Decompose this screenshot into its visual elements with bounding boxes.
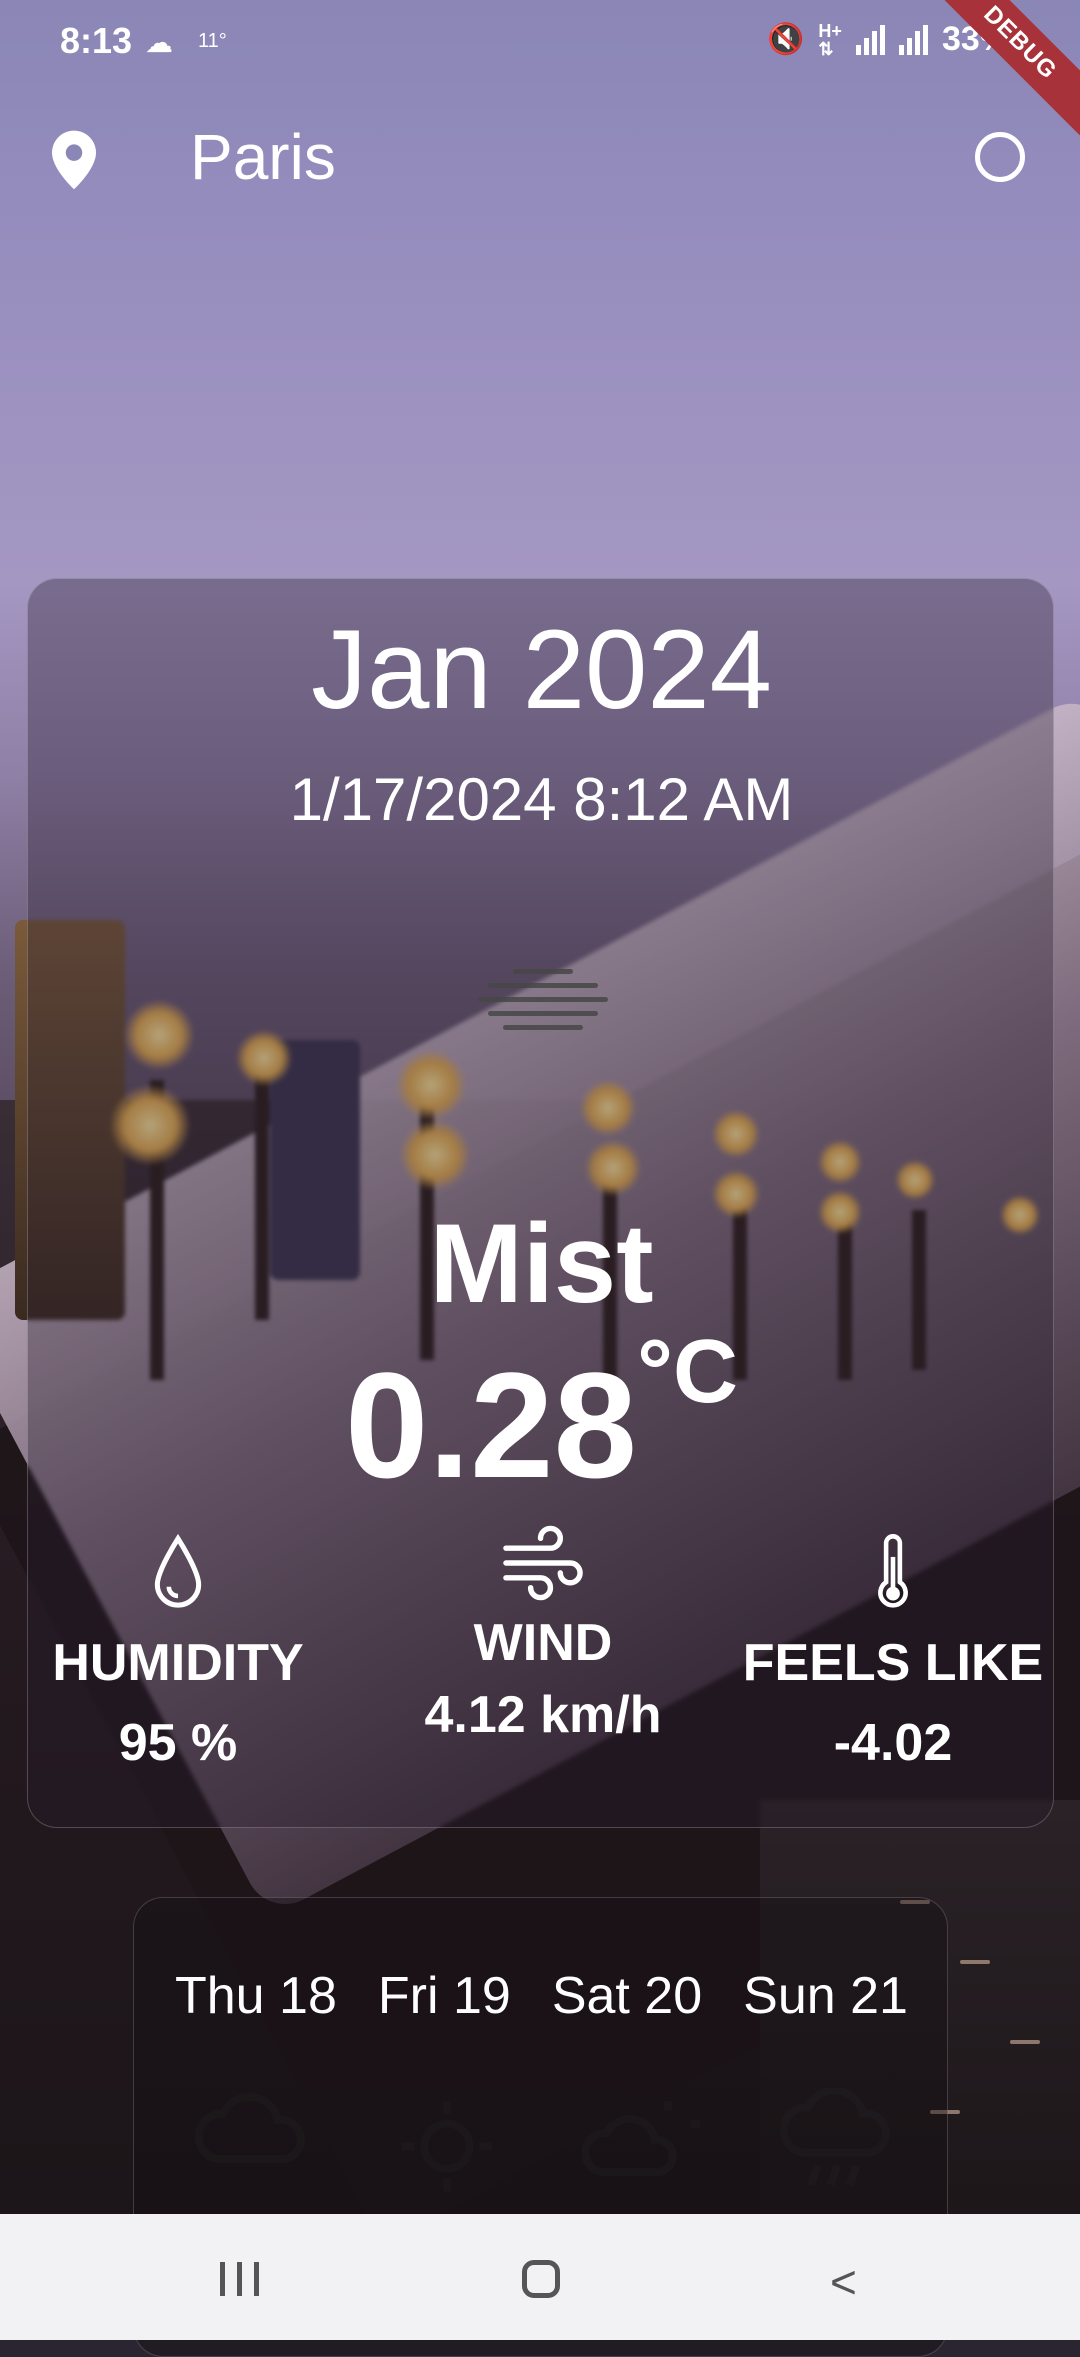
humidity-label: HUMIDITY: [52, 1634, 304, 1692]
data-icon: H+ ⇅: [818, 20, 842, 59]
feels-like-value: -4.02: [833, 1714, 953, 1772]
mist-icon: [468, 969, 618, 1069]
mute-icon: 🔇: [767, 23, 805, 56]
cloud-icon: ☁: [145, 27, 173, 58]
rain-icon: [779, 2088, 890, 2187]
humidity-stat: HUMIDITY 95 %: [28, 1533, 328, 1773]
forecast-day[interactable]: Sun 21: [743, 1966, 908, 2026]
home-icon[interactable]: [522, 2260, 560, 2298]
forecast-day[interactable]: Thu 18: [175, 1966, 337, 2026]
signal-icon-2: [898, 24, 928, 55]
forecast-day[interactable]: Fri 19: [378, 1966, 511, 2026]
sun-icon: [401, 2100, 492, 2192]
wind-value: 4.12 km/h: [424, 1686, 662, 1744]
feels-like-stat: FEELS LIKE -4.02: [728, 1534, 1058, 1773]
temperature-value: 0.28: [345, 1341, 637, 1509]
weather-card: Jan 2024 1/17/2024 8:12 AM Mist 0.28°C H…: [27, 578, 1054, 1828]
condition-text: Mist: [429, 1201, 654, 1326]
cloud-rain-icon: [194, 2093, 305, 2164]
droplet-icon: [154, 1533, 202, 1608]
status-time: 8:13: [60, 20, 133, 61]
refresh-button[interactable]: [975, 132, 1025, 182]
humidity-value: 95 %: [118, 1714, 238, 1772]
wind-stat: WIND 4.12 km/h: [378, 1524, 708, 1745]
recent-apps-icon[interactable]: [220, 2262, 259, 2296]
back-icon[interactable]: <: [830, 2259, 857, 2305]
forecast-day[interactable]: Sat 20: [552, 1966, 702, 2026]
forecast-icons: [154, 2088, 934, 2198]
city-name: Paris: [190, 121, 336, 193]
app-header: Paris: [0, 110, 1080, 210]
month-year: Jan 2024: [311, 607, 772, 732]
temperature: 0.28°C: [28, 1322, 1055, 1512]
status-bar: 8:13 ☁ 11° 🔇 H+ ⇅ 33% DEBUG: [0, 0, 1080, 152]
status-temp: 11°: [198, 30, 227, 52]
signal-icon: [855, 24, 885, 55]
wind-icon: [503, 1525, 583, 1601]
feels-like-label: FEELS LIKE: [742, 1634, 1044, 1692]
temperature-unit: °C: [636, 1322, 738, 1422]
date-time: 1/17/2024 8:12 AM: [289, 766, 794, 833]
thermometer-icon: [878, 1534, 908, 1608]
partly-cloudy-icon: [580, 2100, 700, 2176]
forecast-days: Thu 18 Fri 19 Sat 20 Sun 21: [134, 1966, 949, 2026]
navigation-bar: <: [0, 2214, 1080, 2340]
map-pin-icon[interactable]: [52, 130, 96, 190]
wind-label: WIND: [473, 1614, 613, 1672]
